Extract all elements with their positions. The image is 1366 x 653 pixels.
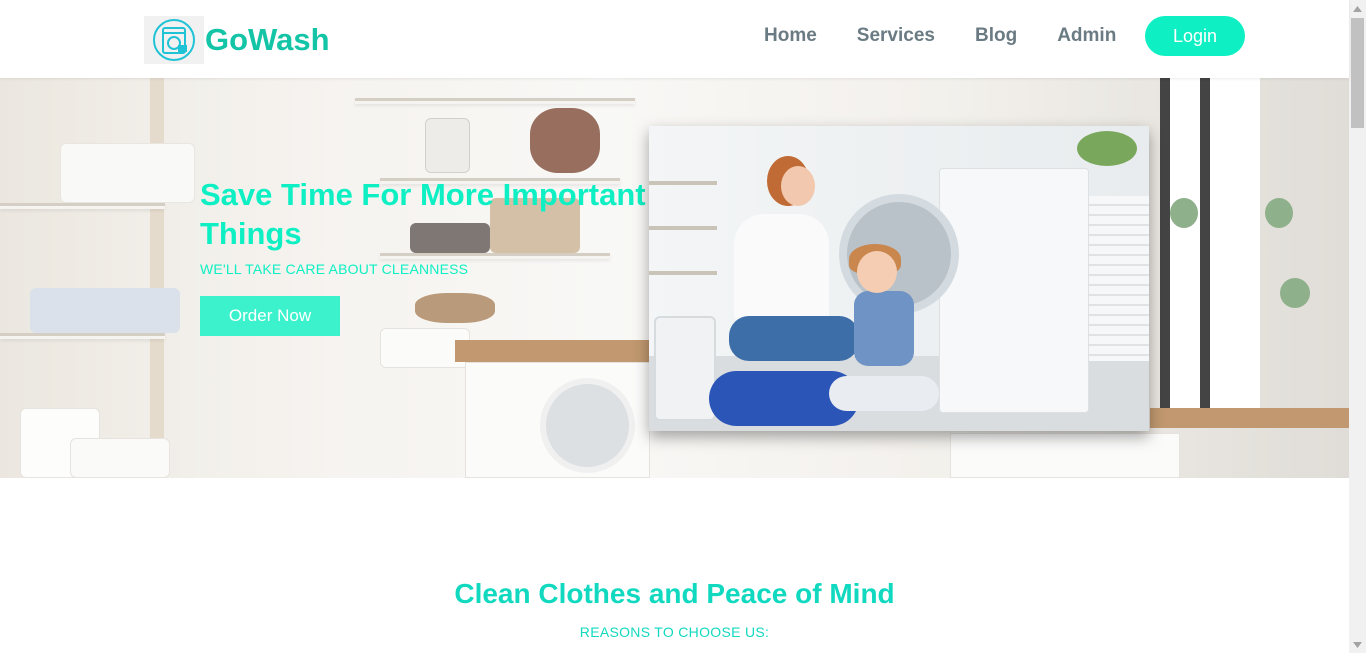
brand[interactable]: GoWash (144, 16, 330, 64)
photo-mother-face (781, 166, 815, 206)
photo-girl-face (857, 251, 897, 293)
section-title: Clean Clothes and Peace of Mind (454, 578, 895, 609)
photo-girl-body (854, 291, 914, 366)
hero-subtitle: WE'LL TAKE CARE ABOUT CLEANNESS (200, 261, 469, 277)
photo-mother-body (734, 214, 829, 324)
scroll-down-arrow-icon[interactable] (1349, 636, 1366, 653)
login-button[interactable]: Login (1145, 16, 1245, 56)
hero-photo (649, 126, 1149, 431)
order-now-button[interactable]: Order Now (200, 296, 340, 336)
washing-machine-icon (144, 16, 204, 64)
section-subtitle: REASONS TO CHOOSE US: (579, 624, 770, 640)
photo-laundry-pile (829, 376, 939, 411)
hero-banner: Save Time For More Important Things WE'L… (0, 78, 1349, 478)
photo-shelf (649, 271, 717, 275)
photo-mother-legs (729, 316, 859, 361)
brand-name: GoWash (205, 22, 330, 57)
photo-shelf (649, 226, 717, 230)
hero-title: Save Time For More Important Things (200, 177, 646, 251)
photo-laundry-basket (654, 316, 716, 421)
nav-admin-link[interactable]: Admin (1057, 24, 1116, 48)
page-scrollbar[interactable] (1349, 0, 1366, 653)
photo-shelf (649, 181, 717, 185)
navbar: GoWash Home Services Blog Admin Login (0, 0, 1349, 78)
nav-services-link[interactable]: Services (857, 24, 935, 48)
scroll-up-arrow-icon[interactable] (1349, 0, 1366, 17)
scrollbar-thumb[interactable] (1351, 18, 1364, 128)
nav-blog-link[interactable]: Blog (975, 24, 1017, 48)
nav-home-link[interactable]: Home (764, 24, 817, 48)
nav-links: Home Services Blog Admin (764, 24, 1156, 48)
photo-plant (1077, 131, 1137, 166)
photo-washing-machine (939, 168, 1089, 413)
